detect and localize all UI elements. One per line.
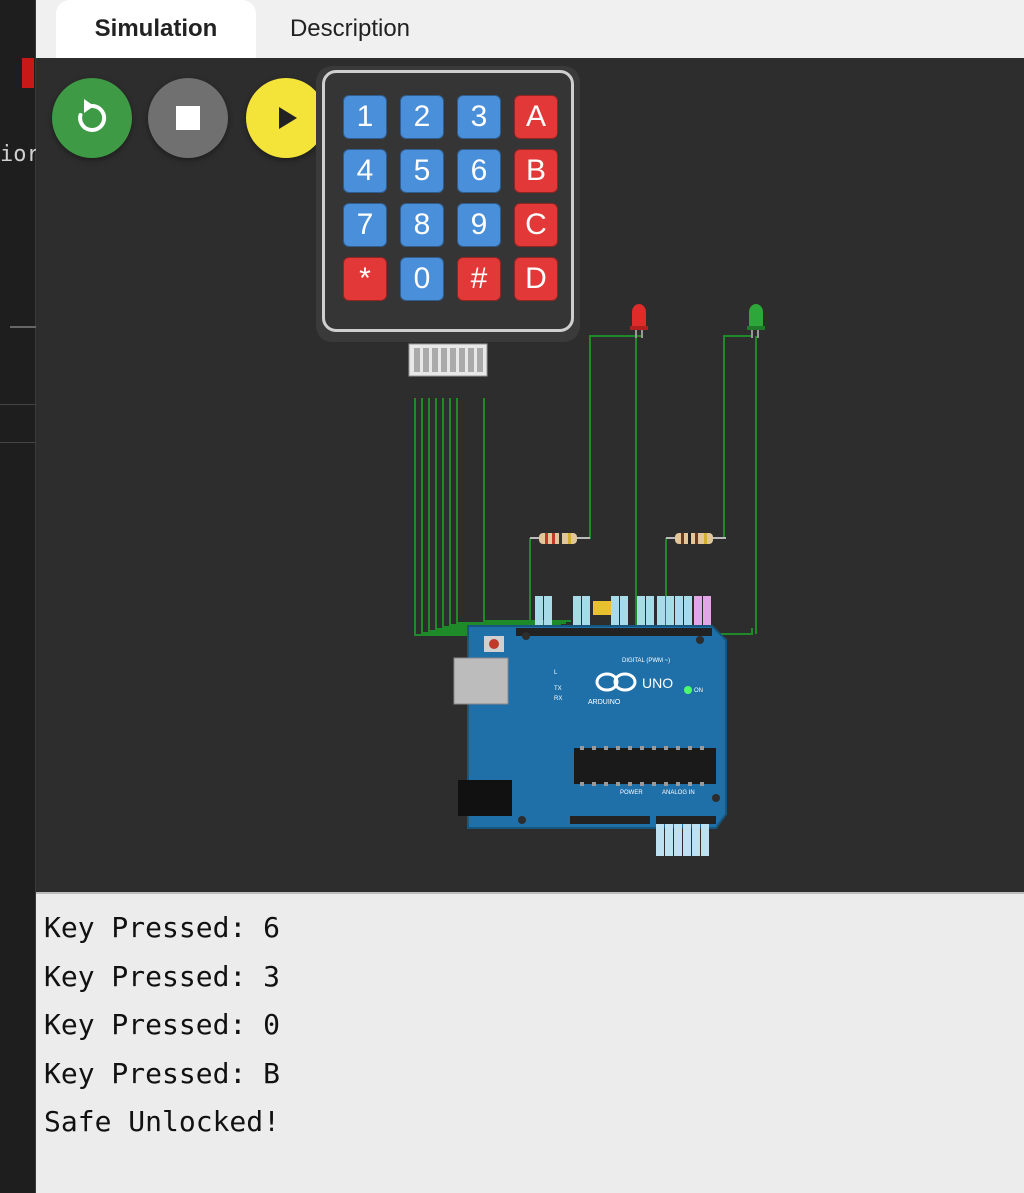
keypad-key[interactable]: * (343, 257, 387, 301)
divider (0, 442, 36, 443)
led-wires (529, 335, 757, 635)
resistor-green-led (666, 533, 726, 544)
red-led (630, 304, 648, 338)
keypad-key[interactable]: 0 (400, 257, 444, 301)
serial-line: Key Pressed: 3 (44, 959, 281, 993)
keypad-connector (408, 343, 488, 377)
keypad-key[interactable]: 1 (343, 95, 387, 139)
keypad-key[interactable]: # (457, 257, 501, 301)
play-icon (279, 107, 297, 129)
stop-button[interactable] (148, 78, 228, 158)
resistor-red-led (530, 533, 590, 544)
keypad-frame: 1 2 3 A 4 5 6 B 7 8 9 C * 0 # D (322, 70, 574, 332)
divider (0, 404, 36, 405)
keypad-key[interactable]: 5 (400, 149, 444, 193)
board-model-label: UNO (642, 675, 673, 691)
keypad-wires (414, 398, 571, 636)
stop-icon (176, 106, 200, 130)
keypad-key[interactable]: 4 (343, 149, 387, 193)
serial-line: Safe Unlocked! (44, 1105, 281, 1138)
tab-bar: Simulation Description (36, 0, 1024, 58)
keypad-key[interactable]: 8 (400, 203, 444, 247)
restart-icon (78, 99, 107, 132)
serial-line: Key Pressed: 0 (44, 1008, 281, 1041)
keypad-key[interactable]: A (514, 95, 558, 139)
tab-simulation[interactable]: Simulation (56, 0, 256, 58)
keypad-key[interactable]: 2 (400, 95, 444, 139)
keypad-key[interactable]: C (514, 203, 558, 247)
error-marker (22, 58, 34, 88)
board-on-label: ON (694, 688, 703, 694)
tab-description[interactable]: Description (266, 0, 434, 58)
board-digital-label: DIGITAL (PWM ~) (622, 658, 670, 664)
serial-line: Key Pressed: 6 (44, 911, 281, 944)
arduino-uno-board (453, 625, 727, 856)
serial-line: Key Pressed: B (44, 1056, 281, 1090)
green-led (747, 304, 765, 338)
simulation-canvas[interactable]: 1 2 3 A 4 5 6 B 7 8 9 C * 0 # D UNO ARDU… (36, 58, 1024, 892)
membrane-keypad[interactable]: 1 2 3 A 4 5 6 B 7 8 9 C * 0 # D (316, 66, 580, 342)
code-editor-strip[interactable]: ior (0, 0, 40, 1193)
restart-button[interactable] (52, 78, 132, 158)
board-rx-label: RX (554, 696, 562, 702)
keypad-key[interactable]: 9 (457, 203, 501, 247)
board-tx-label: TX (554, 686, 562, 692)
keypad-key[interactable]: 3 (457, 95, 501, 139)
play-button[interactable] (246, 78, 326, 158)
serial-monitor[interactable]: Key Pressed: 6 Key Pressed: 3 Key Presse… (36, 892, 1024, 1193)
pin-tags (535, 596, 711, 628)
board-analog-label: ANALOG IN (662, 790, 695, 796)
board-brand-label: ARDUINO (588, 699, 621, 706)
keypad-key[interactable]: 6 (457, 149, 501, 193)
keypad-key[interactable]: B (514, 149, 558, 193)
keypad-key[interactable]: 7 (343, 203, 387, 247)
editor-text-fragment: ior (0, 142, 40, 167)
board-l-label: L (554, 670, 558, 676)
keypad-key[interactable]: D (514, 257, 558, 301)
divider (10, 326, 36, 328)
board-power-label: POWER (620, 790, 643, 796)
